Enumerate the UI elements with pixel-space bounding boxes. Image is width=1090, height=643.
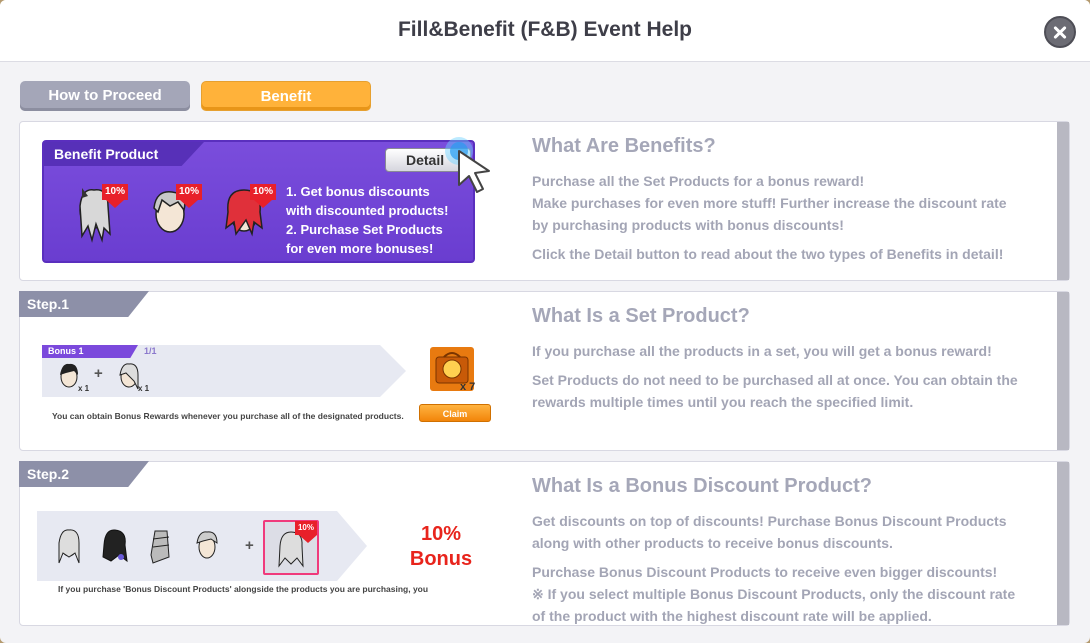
paragraph: If you purchase all the products in a se… bbox=[532, 343, 992, 359]
step2-panel: Step.2 + 10% 10% Bonus If you purchase '… bbox=[19, 461, 1070, 626]
paragraph: by purchasing products with bonus discou… bbox=[532, 217, 844, 233]
benefit-list-line: 2. Purchase Set Products bbox=[286, 222, 443, 237]
benefit-list-line: with discounted products! bbox=[286, 203, 449, 218]
paragraph: Make purchases for even more stuff! Furt… bbox=[532, 195, 1007, 211]
bonus-count: 1/1 bbox=[144, 346, 157, 356]
paragraph: Purchase all the Set Products for a bonu… bbox=[532, 173, 865, 189]
bonus-discount-product: 10% bbox=[263, 520, 319, 575]
hair-item-icon bbox=[147, 527, 175, 572]
hair-item-icon bbox=[116, 361, 142, 400]
paragraph: Click the Detail button to read about th… bbox=[532, 246, 1004, 262]
benefit-list-line: for even more bonuses! bbox=[286, 241, 434, 256]
paragraph: rewards multiple times until you reach t… bbox=[532, 394, 914, 410]
event-help-modal: Fill&Benefit (F&B) Event Help How to Pro… bbox=[0, 0, 1090, 643]
benefit-product-card: Benefit Product Detail 10% 10% 10% 1. Ge… bbox=[42, 140, 475, 263]
panel-scrollbar[interactable] bbox=[1057, 292, 1069, 450]
hair-item-icon: 10% bbox=[148, 184, 202, 244]
step-tag: Step.1 bbox=[19, 291, 149, 317]
section-heading: What Are Benefits? bbox=[532, 135, 716, 157]
benefit-panel: Benefit Product Detail 10% 10% 10% 1. Ge… bbox=[19, 121, 1070, 281]
bonus-set-box: Bonus 1 1/1 x 1 + x 1 bbox=[42, 345, 380, 397]
paragraph: Set Products do not need to be purchased… bbox=[532, 372, 1018, 388]
hair-item-icon bbox=[193, 527, 221, 572]
bonus-percent: 10% bbox=[420, 523, 462, 545]
paragraph: Purchase Bonus Discount Products to rece… bbox=[532, 564, 998, 580]
benefit-list: 1. Get bonus discounts with discounted p… bbox=[286, 182, 449, 258]
item-quantity: x 1 bbox=[138, 384, 150, 393]
paragraph: along with other products to receive bon… bbox=[532, 535, 893, 551]
bonus-label: Bonus 1 bbox=[42, 345, 138, 358]
hair-item-icon bbox=[101, 527, 129, 572]
hair-item-icon bbox=[55, 527, 83, 572]
claim-button[interactable]: Claim bbox=[419, 404, 491, 422]
item-quantity: x 1 bbox=[78, 384, 90, 393]
tab-how-to-proceed[interactable]: How to Proceed bbox=[20, 81, 190, 111]
paragraph: ※ If you select multiple Bonus Discount … bbox=[532, 586, 1016, 602]
step2-text: What Is a Bonus Discount Product? Get di… bbox=[532, 475, 1042, 627]
reward-quantity: x 7 bbox=[460, 381, 476, 393]
benefit-product-label: Benefit Product bbox=[44, 142, 204, 166]
modal-title: Fill&Benefit (F&B) Event Help bbox=[397, 18, 692, 41]
benefit-list-line: 1. Get bonus discounts bbox=[286, 184, 430, 199]
modal-header: Fill&Benefit (F&B) Event Help bbox=[0, 0, 1090, 62]
panel-scrollbar[interactable] bbox=[1057, 462, 1069, 625]
hair-item-icon: 10% bbox=[72, 184, 128, 244]
step-tag: Step.2 bbox=[19, 461, 149, 487]
hair-item-icon: 10% bbox=[222, 184, 276, 244]
close-icon[interactable] bbox=[1044, 16, 1076, 48]
discount-badge: 10% bbox=[295, 521, 317, 543]
arrow-icon bbox=[380, 345, 406, 397]
step1-text: What Is a Set Product? If you purchase a… bbox=[532, 305, 1042, 413]
bonus-percent-label: 10% Bonus bbox=[386, 522, 496, 572]
section-heading: What Is a Bonus Discount Product? bbox=[532, 475, 873, 497]
panel-scrollbar[interactable] bbox=[1057, 122, 1069, 280]
plus-icon: + bbox=[94, 365, 103, 382]
discount-badge: 10% bbox=[176, 184, 202, 208]
step1-panel: Step.1 Bonus 1 1/1 x 1 + x 1 You can obt… bbox=[19, 291, 1070, 451]
bonus-word: Bonus bbox=[409, 548, 473, 570]
paragraph: Get discounts on top of discounts! Purch… bbox=[532, 513, 1007, 529]
arrow-icon bbox=[337, 511, 367, 581]
discount-badge: 10% bbox=[102, 184, 128, 208]
mouse-cursor-icon bbox=[445, 137, 505, 197]
benefit-text: What Are Benefits? Purchase all the Set … bbox=[532, 135, 1042, 265]
step1-note: You can obtain Bonus Rewards whenever yo… bbox=[52, 411, 404, 421]
step2-note: If you purchase 'Bonus Discount Products… bbox=[58, 584, 429, 594]
hair-item-icon bbox=[56, 361, 82, 400]
discount-badge: 10% bbox=[250, 184, 276, 208]
section-heading: What Is a Set Product? bbox=[532, 305, 750, 327]
paragraph: of the product with the highest discount… bbox=[532, 608, 932, 624]
plus-icon: + bbox=[245, 537, 254, 554]
tab-benefit[interactable]: Benefit bbox=[201, 81, 371, 111]
